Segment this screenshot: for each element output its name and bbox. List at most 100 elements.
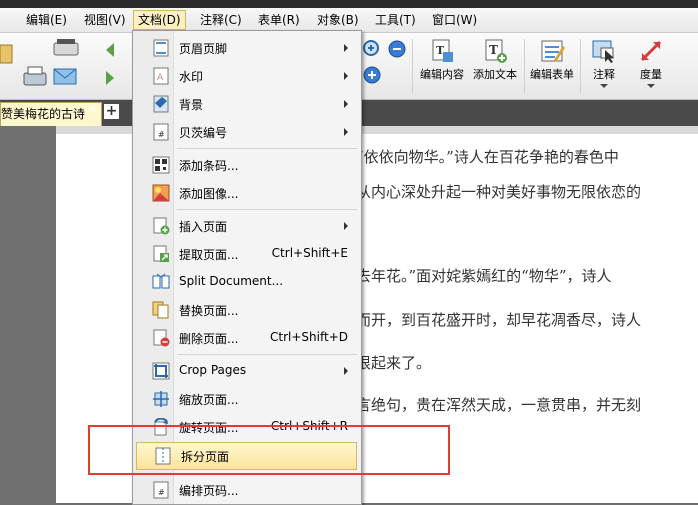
annotate-button[interactable]: 注释 (584, 38, 624, 88)
submenu-arrow-icon (344, 100, 348, 108)
crop-icon (152, 362, 170, 380)
replace-page-icon (152, 301, 169, 319)
add-text-icon: T (485, 39, 507, 63)
submenu-arrow-icon (344, 222, 348, 230)
split-document-icon (152, 273, 170, 289)
edit-content-label: 编辑内容 (420, 68, 464, 81)
menu-item-label: 缩放页面... (179, 393, 239, 407)
doc-text-line: “依依向物华。”诗人在百花争艳的春色中 (356, 148, 619, 166)
menu-item-insert-page[interactable]: 插入页面 (135, 213, 358, 239)
menu-edit[interactable]: 编辑(E) (22, 11, 71, 29)
tab-add-button[interactable]: + (104, 104, 119, 119)
menu-item-label: 背景 (179, 98, 204, 112)
menu-item-label: 添加条码... (179, 159, 239, 173)
menu-item-number-pages[interactable]: # 编排页码... (135, 477, 358, 503)
menu-window[interactable]: 窗口(W) (428, 11, 481, 29)
menu-item-crop-pages[interactable]: Crop Pages (135, 358, 358, 384)
menu-item-add-image[interactable]: 添加图像... (135, 180, 358, 206)
annotate-icon (592, 40, 614, 63)
page-background (0, 126, 56, 503)
email-icon[interactable] (52, 65, 78, 87)
menu-item-label: 插入页面 (179, 220, 228, 234)
menu-object[interactable]: 对象(B) (313, 11, 363, 29)
menu-item-scale-pages[interactable]: 缩放页面... (135, 386, 358, 412)
menu-item-shortcut: Ctrl+Shift+D (270, 330, 348, 344)
menu-view[interactable]: 视图(V) (80, 11, 130, 29)
tool-icon[interactable] (0, 41, 14, 67)
page-number-icon: # (153, 481, 169, 499)
edit-content-icon: T (432, 39, 453, 62)
menu-item-shortcut: Ctrl+Shift+E (271, 246, 348, 260)
doc-tab-label: 赞美梅花的古诗 (1, 107, 86, 121)
doc-tab[interactable]: 赞美梅花的古诗 (0, 102, 102, 127)
edit-form-label: 编辑表单 (530, 68, 574, 81)
menu-item-delete-pages[interactable]: 删除页面... Ctrl+Shift+D (135, 325, 358, 351)
add-text-button[interactable]: T 添加文本 (468, 38, 522, 82)
menu-item-label: 贝茨编号 (179, 126, 228, 140)
menu-item-header-footer[interactable]: 页眉页脚 (135, 35, 358, 61)
zoom-in-icon[interactable] (362, 39, 382, 59)
menu-item-label: 删除页面... (179, 332, 239, 346)
title-bar (0, 0, 698, 8)
menu-item-split-document[interactable]: Split Document... (135, 269, 358, 295)
submenu-arrow-icon (344, 367, 348, 375)
menu-form[interactable]: 表单(R) (254, 11, 304, 29)
delete-page-icon (153, 329, 170, 347)
menu-item-replace-pages[interactable]: 替换页面... (135, 297, 358, 323)
doc-text-line: 而开，到百花盛开时，却早花凋香尽，诗人 (356, 311, 642, 329)
menu-item-label: 提取页面... (179, 248, 239, 262)
insert-page-icon (153, 217, 170, 235)
menu-document[interactable]: 文档(D) (133, 10, 186, 30)
menu-comment[interactable]: 注释(C) (196, 11, 246, 29)
annotate-label: 注释 (593, 68, 615, 81)
submenu-arrow-icon (344, 44, 348, 52)
svg-text:#: # (158, 130, 165, 139)
doc-text-line: 从内心深处升起一种对美好事物无限依恋的 (356, 183, 642, 201)
menu-tools[interactable]: 工具(T) (371, 11, 420, 29)
svg-text:A: A (157, 73, 164, 83)
zoom-plus-icon[interactable] (362, 65, 382, 85)
submenu-arrow-icon (344, 128, 348, 136)
image-icon (152, 184, 170, 202)
doc-text-line: 言绝句，贵在浑然天成，一意贯串，并无刻 (356, 396, 642, 414)
add-text-label: 添加文本 (473, 68, 517, 81)
measure-dropdown-icon[interactable] (647, 84, 655, 88)
menu-item-label: 页眉页脚 (179, 42, 228, 56)
menu-item-label: 替换页面... (179, 304, 239, 318)
menu-item-background[interactable]: 背景 (135, 91, 358, 117)
barcode-icon (152, 156, 170, 174)
forward-arrow-icon[interactable] (100, 67, 120, 89)
menu-item-extract-pages[interactable]: 提取页面... Ctrl+Shift+E (135, 241, 358, 267)
menu-item-label: Crop Pages (179, 363, 247, 377)
menu-item-add-barcode[interactable]: 添加条码... (135, 152, 358, 178)
measure-button[interactable]: 度量 (630, 38, 672, 88)
svg-text:T: T (489, 43, 498, 57)
edit-form-icon (541, 40, 565, 62)
back-arrow-icon[interactable] (100, 39, 120, 61)
edit-content-button[interactable]: T 编辑内容 (416, 38, 468, 82)
print-icon[interactable] (22, 65, 48, 89)
submenu-arrow-icon (344, 72, 348, 80)
menu-item-label: 添加图像... (179, 187, 239, 201)
annotate-dropdown-icon[interactable] (600, 84, 608, 88)
measure-label: 度量 (640, 68, 662, 81)
extract-page-icon (153, 245, 169, 262)
header-footer-icon (153, 39, 169, 57)
svg-text:#: # (158, 488, 165, 497)
zoom-out-icon[interactable] (387, 39, 407, 59)
menu-item-label: Split Document... (179, 274, 284, 288)
measure-icon (640, 40, 662, 62)
scale-page-icon (153, 391, 169, 407)
tab-close-icon[interactable]: × (88, 102, 97, 115)
menu-item-label: 水印 (179, 70, 204, 84)
scanner-icon[interactable] (52, 37, 80, 59)
watermark-icon: A (153, 67, 169, 85)
menu-item-bates-numbering[interactable]: # 贝茨编号 (135, 119, 358, 145)
menu-item-watermark[interactable]: A 水印 (135, 63, 358, 89)
edit-form-button[interactable]: 编辑表单 (526, 38, 578, 82)
menu-item-label: 编排页码... (179, 484, 239, 498)
highlight-annotation-box (88, 425, 450, 475)
background-icon (153, 95, 169, 113)
doc-text-line: 恨起来了。 (356, 354, 432, 372)
bates-number-icon: # (153, 123, 169, 141)
